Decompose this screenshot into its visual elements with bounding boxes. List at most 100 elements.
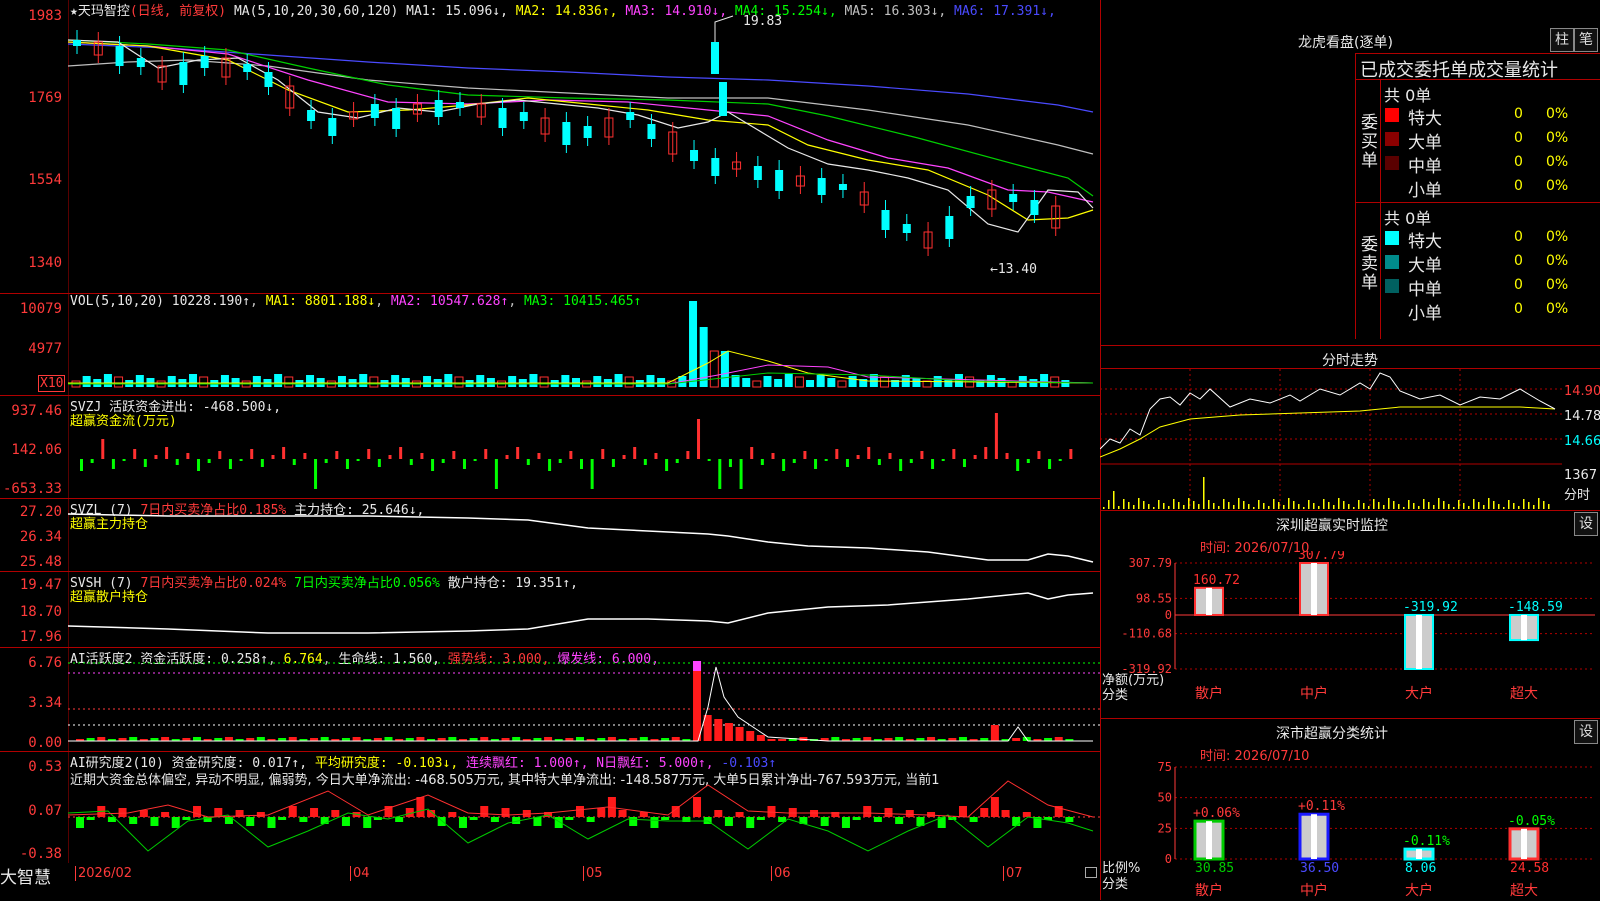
intraday-vol-bar (1333, 505, 1335, 509)
order-count: 0 (1514, 178, 1523, 194)
intraday-panel[interactable]: 分时走势 14.90 14.78 14.66 1367 分时 (1100, 345, 1600, 511)
flow-bar (1026, 459, 1030, 463)
flow-bar (899, 459, 903, 471)
svzj-bars (80, 413, 1073, 489)
category-label: 超大 (1510, 686, 1538, 701)
research-bar (852, 817, 861, 820)
y-tick: -0.38 (19, 846, 62, 862)
activity-bar (958, 737, 967, 741)
intraday-vol-bar (1103, 507, 1105, 509)
ai2-bars (76, 797, 1074, 828)
research-bar (1001, 810, 1010, 817)
y-tick: 17.96 (19, 629, 62, 645)
research-bar (990, 797, 999, 817)
intraday-vol-bar (1488, 498, 1490, 509)
volume-bar (880, 376, 890, 388)
flow-bar (654, 453, 658, 459)
flow-bar (122, 459, 126, 461)
activity-bar (990, 725, 999, 741)
intraday-vol-bar (1238, 498, 1240, 509)
data-label: -148.59 (1508, 600, 1563, 615)
ai-research-panel[interactable]: AI研究度2(10) 资金研究度: 0.017↑, 平均研究度: -0.103↓… (0, 751, 1100, 864)
volume-bar (689, 301, 698, 387)
volume-bar (752, 380, 762, 388)
flow-bar (697, 419, 701, 459)
y-tick-label: 98.55 (1136, 591, 1172, 605)
svzj-panel[interactable]: SVZJ 活跃资金进出: -468.500↓, 超赢资金流(万元) 937.46… (0, 395, 1100, 499)
research-bar (480, 806, 489, 817)
volume-bar (337, 376, 346, 387)
intraday-tick: 14.90 (1564, 384, 1600, 399)
sz-settings-button[interactable]: 设 (1574, 512, 1598, 536)
intraday-vol-bar (1278, 502, 1280, 509)
change-label: -0.11% (1403, 834, 1450, 849)
intraday-unit: 分时 (1564, 488, 1591, 503)
flow-bar (920, 451, 924, 459)
flow-bar (845, 459, 849, 467)
flow-bar (611, 459, 615, 467)
flow-bar (867, 447, 871, 459)
pen-mode-button[interactable]: 笔 (1574, 28, 1598, 52)
lock-icon[interactable] (1085, 867, 1097, 878)
candle-body (73, 40, 81, 46)
value-label: 30.85 (1195, 861, 1234, 876)
volume-bar (1061, 380, 1070, 387)
flow-bar (601, 449, 605, 459)
order-count: 0 (1514, 106, 1523, 122)
flow-bar (941, 459, 945, 461)
buy-total: 共 0单 (1384, 86, 1432, 105)
class-bar-chart: 75 50 25 0 +0.06% 30.85 散户 +0.11% 36.50 中户 -0.11% 8… (1158, 760, 1595, 899)
ai-activity-panel[interactable]: AI活跃度2 资金活跃度: 0.258↑, 6.764, 生命线: 1.560,… (0, 647, 1100, 752)
volume-bar (827, 378, 836, 387)
legend-swatch (1385, 108, 1399, 122)
bar-mode-button[interactable]: 柱 (1550, 28, 1574, 52)
volume-bar (423, 376, 432, 387)
research-bar (576, 806, 584, 817)
candle-body (434, 100, 443, 117)
volume-bar (306, 375, 315, 387)
flow-bar (377, 459, 381, 467)
svsh-panel[interactable]: SVSH (7) 7日内买卖净占比0.024% 7日内买卖净占比0.056% 散… (0, 571, 1100, 648)
class-settings-button[interactable]: 设 (1574, 720, 1598, 744)
flow-bar (558, 459, 562, 463)
volume-bar (391, 375, 400, 387)
intraday-vol-bar (1323, 499, 1325, 509)
candle-body (647, 124, 656, 139)
change-label: -0.05% (1508, 814, 1555, 829)
intraday-vol-bar (1283, 505, 1285, 509)
svzl-panel[interactable]: SVZL (7) 7日内买卖净占比0.185% 主力持仓: 25.646↓, 超… (0, 498, 1100, 572)
research-bar (86, 817, 95, 820)
y-tick: 10079 (19, 301, 62, 317)
activity-bar (288, 737, 297, 741)
flow-bar (1037, 451, 1041, 459)
volume-bar (189, 374, 198, 387)
activity-bar (97, 737, 106, 741)
volume-panel[interactable]: VOL(5,10,20) 10228.190↑, MA1: 8801.188↓,… (0, 293, 1100, 396)
activity-bar (448, 737, 457, 741)
flow-bar (771, 453, 775, 459)
y-tick: 0.53 (28, 759, 62, 775)
flow-bar (622, 455, 626, 459)
research-bar (565, 817, 574, 820)
y-tick: 19.47 (19, 577, 62, 593)
activity-bar (193, 737, 202, 741)
flow-bar (750, 447, 754, 459)
y-tick: 18.70 (19, 604, 62, 620)
volume-bar (837, 380, 847, 388)
intraday-vol-bar (1298, 504, 1300, 509)
order-pct: 0% (1546, 253, 1569, 269)
legend-swatch (1385, 180, 1399, 194)
flow-bar (665, 459, 669, 471)
candle-body (583, 126, 592, 138)
intraday-vol: 1367 (1564, 468, 1598, 483)
intraday-vol-bar (1508, 500, 1510, 509)
flow-bar (314, 459, 318, 489)
flow-bar (526, 459, 530, 465)
intraday-vol-bar (1153, 507, 1155, 509)
ai1-canvas (68, 647, 1100, 751)
candle-body (179, 62, 188, 85)
volume-bar (816, 375, 825, 387)
volume-bar (359, 374, 368, 387)
kline-panel[interactable]: ★天玛智控(日线, 前复权) MA(5,10,20,30,60,120) MA1… (0, 0, 1100, 294)
research-bar (288, 806, 297, 817)
